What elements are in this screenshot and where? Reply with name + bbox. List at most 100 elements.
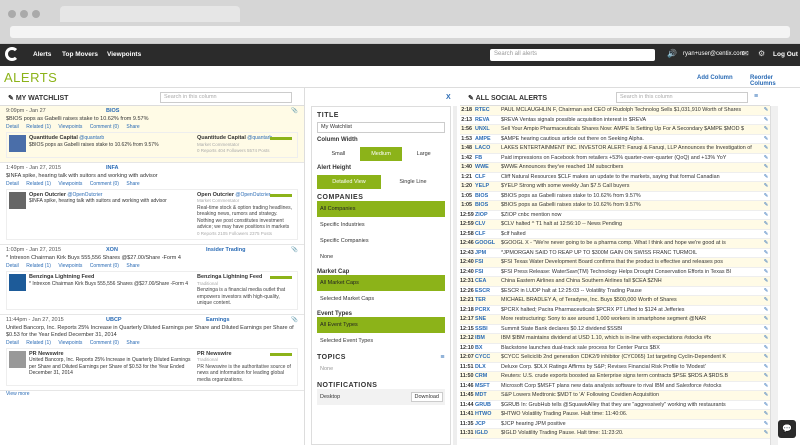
option-all-event-types[interactable]: All Event Types <box>317 317 445 333</box>
alert-symbol[interactable]: GOOGL <box>475 239 501 248</box>
alert-symbol[interactable]: MDT <box>475 391 501 400</box>
pin-icon[interactable]: ✎ <box>762 277 770 286</box>
option-none[interactable]: None <box>317 249 445 265</box>
volume-icon[interactable]: 🔊 <box>667 49 677 58</box>
social-alert-row[interactable]: 12:12 IBM IBM $IBM maintains dividend at U… <box>460 334 770 344</box>
topics-menu-icon[interactable]: ≡ <box>440 354 445 361</box>
social-alert-row[interactable]: 1:05 BIOS $BIOS pops as Gabelli raises sta… <box>460 201 770 211</box>
settings-icon[interactable]: ⚙ <box>758 49 765 58</box>
alert-symbol[interactable]: IBM <box>475 334 501 343</box>
pin-icon[interactable]: ✎ <box>762 163 770 172</box>
alert-symbol[interactable]: CRM <box>475 372 501 381</box>
viewpoints-link[interactable]: Viewpoints <box>58 340 82 346</box>
pin-icon[interactable]: ✎ <box>762 230 770 239</box>
alert-symbol[interactable]: UNXL <box>475 125 501 134</box>
pin-icon[interactable]: ✎ <box>762 420 770 429</box>
height-detailed[interactable]: Detailed View <box>317 175 381 189</box>
option-all-market-caps[interactable]: All Market Caps <box>317 275 445 291</box>
pin-icon[interactable]: ✎ <box>762 372 770 381</box>
pin-icon[interactable]: ✎ <box>762 173 770 182</box>
global-search-input[interactable]: Search all alerts <box>490 49 655 61</box>
source-name[interactable]: PR Newswire <box>29 351 64 357</box>
alert-symbol[interactable]: MSFT <box>475 382 501 391</box>
pin-icon[interactable]: 📎 <box>291 317 298 323</box>
pin-icon[interactable]: ✎ <box>762 211 770 220</box>
pin-icon[interactable]: ✎ <box>762 401 770 410</box>
social-alert-row[interactable]: 11:45 MDT S&P Lowers Medtronic $MDT to 'A'… <box>460 391 770 401</box>
alert-symbol[interactable]: DLX <box>475 363 501 372</box>
add-column-button[interactable]: Add Column <box>697 75 733 81</box>
option-selected-market-caps[interactable]: Selected Market Caps <box>317 291 445 307</box>
share-link[interactable]: Share <box>126 124 139 130</box>
logout-link[interactable]: Log Out <box>773 51 798 58</box>
alert-symbol[interactable]: TER <box>475 296 501 305</box>
alert-symbol[interactable]: ZIOP <box>475 211 501 220</box>
alert-symbol[interactable]: BIOS <box>475 192 501 201</box>
alert-symbol[interactable]: BIOS <box>106 108 119 114</box>
social-alert-row[interactable]: 12:58 CLF $clf halted ✎ <box>460 230 770 239</box>
viewpoints-link[interactable]: Viewpoints <box>58 181 82 187</box>
alert-symbol[interactable]: FSI <box>475 268 501 277</box>
alert-symbol[interactable]: JPM <box>475 249 501 258</box>
social-alert-row[interactable]: 1:05 BIOS $BIOS pops as Gabelli raises sta… <box>460 192 770 201</box>
social-alert-row[interactable]: 11:50 CRM Reuters: U.S. crude exports boos… <box>460 372 770 382</box>
pin-icon[interactable]: ✎ <box>762 410 770 419</box>
social-alert-row[interactable]: 12:18 PCRX $PCRX halted; Pacira Pharmaceut… <box>460 306 770 315</box>
close-settings-button[interactable]: X <box>446 94 451 101</box>
share-link[interactable]: Share <box>126 263 139 269</box>
alert-symbol[interactable]: YELP <box>475 182 501 191</box>
related-link[interactable]: Related (1) <box>26 181 51 187</box>
social-alert-row[interactable]: 1:48 LACO LAKES ENTERTAINMENT INC. INVESTO… <box>460 144 770 154</box>
width-large[interactable]: Large <box>402 147 445 161</box>
pin-icon[interactable]: ✎ <box>762 296 770 305</box>
alert-symbol[interactable]: PCRX <box>475 306 501 315</box>
pin-icon[interactable]: ✎ <box>762 315 770 324</box>
comment-link[interactable]: Comment (0) <box>90 181 119 187</box>
related-link[interactable]: Related (1) <box>26 124 51 130</box>
social-alert-row[interactable]: 11:41 HTWO $HTWO Volatility Trading Pause.… <box>460 410 770 420</box>
social-alert-row[interactable]: 11:31 IGLD $IGLD Volatility Trading Pause.… <box>460 429 770 439</box>
social-alert-row[interactable]: 12:46 GOOGL $GOOGL X - "We're never going … <box>460 239 770 249</box>
address-bar[interactable] <box>10 26 790 38</box>
pin-icon[interactable]: ✎ <box>762 239 770 248</box>
alert-symbol[interactable]: CLV <box>475 220 501 229</box>
comment-link[interactable]: Comment (0) <box>90 340 119 346</box>
alert-symbol[interactable]: WWE <box>475 163 501 172</box>
social-alert-row[interactable]: 12:40 FSI $FSI Texas Water Development Boa… <box>460 258 770 268</box>
alert-tag[interactable]: Insider Trading <box>206 247 245 253</box>
detail-link[interactable]: Detail <box>6 340 19 346</box>
maximize-window-icon[interactable] <box>32 10 40 18</box>
social-alert-row[interactable]: 12:26 ESCR $ESCR in LUDP halt at 12:25:03 … <box>460 287 770 296</box>
social-alert-row[interactable]: 12:40 FSI $FSI Press Release: WaterSavr(TM… <box>460 268 770 277</box>
pin-icon[interactable]: ✎ <box>762 306 770 315</box>
social-alert-row[interactable]: 12:43 JPM *JPMORGAN SAID TO REAP UP TO $30… <box>460 249 770 258</box>
nav-alerts[interactable]: Alerts <box>33 51 51 58</box>
option-specific-industries[interactable]: Specific Industries <box>317 217 445 233</box>
alert-symbol[interactable]: FB <box>475 154 501 163</box>
pin-icon[interactable]: ✎ <box>762 116 770 125</box>
alert-symbol[interactable]: SSBI <box>475 325 501 334</box>
source-name[interactable]: Open Outcrier <box>29 192 66 198</box>
detail-link[interactable]: Detail <box>6 263 19 269</box>
comment-link[interactable]: Comment (0) <box>90 263 119 269</box>
pin-icon[interactable]: ✎ <box>762 382 770 391</box>
pin-icon[interactable]: ✎ <box>762 344 770 353</box>
social-alert-row[interactable]: 1:21 CLF Cliff Natural Resources $CLF make… <box>460 173 770 182</box>
social-alert-row[interactable]: 1:20 YELP $YELP Strong with some weekly Ja… <box>460 182 770 192</box>
related-link[interactable]: Related (1) <box>26 263 51 269</box>
watchlist-item[interactable]: 1:03pm - Jan 27, 2015 XON Insider Trading 📎… <box>0 245 304 315</box>
social-alert-row[interactable]: 11:44 GRUB $GRUB In: GrubHub tells @Squawk… <box>460 401 770 410</box>
comment-link[interactable]: Comment (0) <box>90 124 119 130</box>
alert-symbol[interactable]: CYCC <box>475 353 501 362</box>
width-small[interactable]: Small <box>317 147 360 161</box>
browser-tab[interactable] <box>60 6 240 22</box>
mail-icon[interactable]: ✉ <box>742 49 749 58</box>
alert-symbol[interactable]: BIOS <box>475 201 501 210</box>
chat-icon[interactable]: 💬 <box>778 420 796 438</box>
watchlist-search-input[interactable]: Search in this column <box>160 92 292 103</box>
pin-icon[interactable]: ✎ <box>762 154 770 163</box>
option-specific-companies[interactable]: Specific Companies <box>317 233 445 249</box>
social-alert-row[interactable]: 11:51 DLX Deluxe Corp. $DLX Ratings Affirm… <box>460 363 770 372</box>
feed-scrollbar[interactable] <box>770 106 778 445</box>
pin-icon[interactable]: ✎ <box>762 201 770 210</box>
